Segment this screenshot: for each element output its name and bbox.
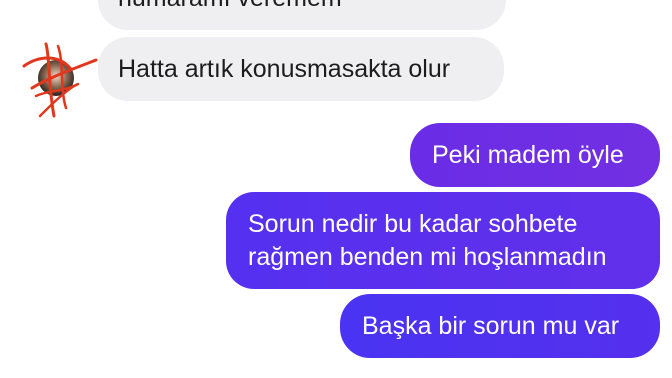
outgoing-message-bubble[interactable]: Başka bir sorun mu var (340, 294, 660, 358)
chat-thread: numaramı veremem Hatta artık konusmasakt… (0, 0, 672, 378)
avatar-icon (22, 42, 98, 118)
message-text-line: rağmen benden mi hoşlanmadın (248, 243, 607, 271)
incoming-message-bubble[interactable]: numaramı veremem (98, 0, 506, 30)
message-text: Hatta artık konusmasakta olur (118, 55, 451, 83)
message-text-line: Sorun nedir bu kadar sohbete (248, 210, 578, 238)
outgoing-message-bubble[interactable]: Peki madem öyle (410, 123, 660, 187)
avatar[interactable] (18, 38, 100, 120)
outgoing-message-bubble[interactable]: Sorun nedir bu kadar sohbete rağmen bend… (226, 192, 660, 289)
message-text: Başka bir sorun mu var (362, 312, 620, 340)
incoming-message-bubble[interactable]: Hatta artık konusmasakta olur (98, 37, 504, 101)
message-text: Peki madem öyle (432, 141, 624, 169)
message-text: numaramı veremem (118, 0, 342, 12)
